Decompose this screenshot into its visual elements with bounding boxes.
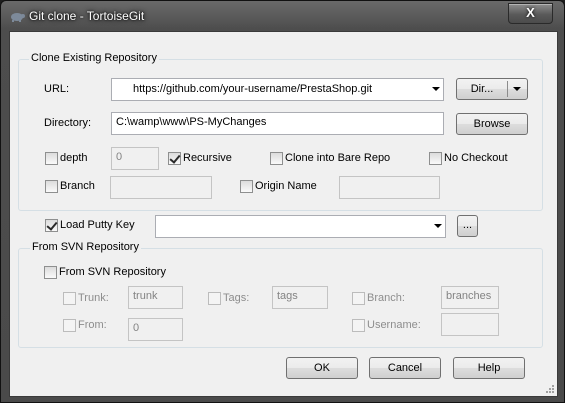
depth-label: depth [60,152,88,164]
svn-branch-input[interactable]: branches [441,286,499,309]
branch-checkbox[interactable] [45,180,58,193]
branch-input[interactable] [110,176,212,199]
from-svn-label: From SVN Repository [59,266,166,278]
putty-key-browse-button[interactable]: ... [457,215,478,237]
window-title: Git clone - TortoiseGit [29,9,145,23]
dir-split-button[interactable]: Dir... [456,78,528,100]
depth-input[interactable]: 0 [111,147,159,170]
resize-grip-icon[interactable] [545,384,555,394]
putty-key-combobox[interactable] [155,215,446,238]
recursive-checkbox[interactable] [168,152,181,165]
no-checkout-label: No Checkout [444,152,508,164]
svn-group-title: From SVN Repository [30,241,141,253]
title-bar[interactable]: Git clone - TortoiseGit X [1,1,564,31]
svn-username-input[interactable] [441,313,499,336]
bare-repo-checkbox[interactable] [270,152,283,165]
svn-branch-value: branches [446,290,492,302]
help-button[interactable]: Help [453,357,525,379]
svn-username-label: Username: [367,319,421,331]
tags-input[interactable]: tags [272,286,328,309]
browse-button[interactable]: Browse [456,113,528,135]
origin-name-label: Origin Name [255,180,317,192]
clone-existing-group-title: Clone Existing Repository [29,52,159,64]
tags-label: Tags: [223,292,250,304]
url-value: https://github.com/your-username/PrestaS… [133,83,373,95]
svn-from-input[interactable]: 0 [128,318,183,341]
directory-label: Directory: [44,117,92,129]
load-putty-key-label: Load Putty Key [60,219,135,231]
origin-name-input[interactable] [339,176,440,199]
trunk-checkbox[interactable] [63,292,76,305]
close-icon: X [526,5,535,20]
ok-button[interactable]: OK [286,357,358,379]
tags-value: tags [277,290,298,302]
directory-input[interactable]: C:\wamp\www\PS-MyChanges [111,112,444,135]
depth-value: 0 [116,151,123,163]
recursive-label: Recursive [183,152,232,164]
url-label: URL: [44,83,70,95]
trunk-label: Trunk: [78,292,109,304]
split-separator [507,81,508,97]
url-combobox[interactable]: https://github.com/your-username/PrestaS… [111,78,444,101]
tags-checkbox[interactable] [208,292,221,305]
svn-from-checkbox[interactable] [63,319,76,332]
close-button[interactable]: X [508,3,553,24]
from-svn-checkbox[interactable] [44,266,57,279]
branch-label: Branch [60,180,95,192]
directory-value: C:\wamp\www\PS-MyChanges [116,116,267,128]
no-checkout-checkbox[interactable] [429,152,442,165]
svn-from-label: From: [78,319,107,331]
cancel-button[interactable]: Cancel [369,357,441,379]
load-putty-key-checkbox[interactable] [45,219,58,232]
svn-from-value: 0 [133,322,140,334]
bare-repo-label: Clone into Bare Repo [285,152,391,164]
svn-branch-label: Branch: [367,292,405,304]
chevron-down-icon[interactable] [513,87,521,91]
git-clone-window: Git clone - TortoiseGit X Clone Existing… [0,0,565,403]
dialog-client-area: Clone Existing Repository URL: https://g… [9,31,558,397]
trunk-input[interactable]: trunk [128,286,183,309]
dropdown-arrow-icon [432,87,440,91]
svn-branch-checkbox[interactable] [352,292,365,305]
origin-name-checkbox[interactable] [240,180,253,193]
tortoise-icon [11,13,25,22]
dir-button-label: Dir... [470,83,494,95]
dropdown-arrow-icon [434,224,442,228]
depth-checkbox[interactable] [45,152,58,165]
svn-username-checkbox[interactable] [352,319,365,332]
trunk-value: trunk [133,290,158,302]
